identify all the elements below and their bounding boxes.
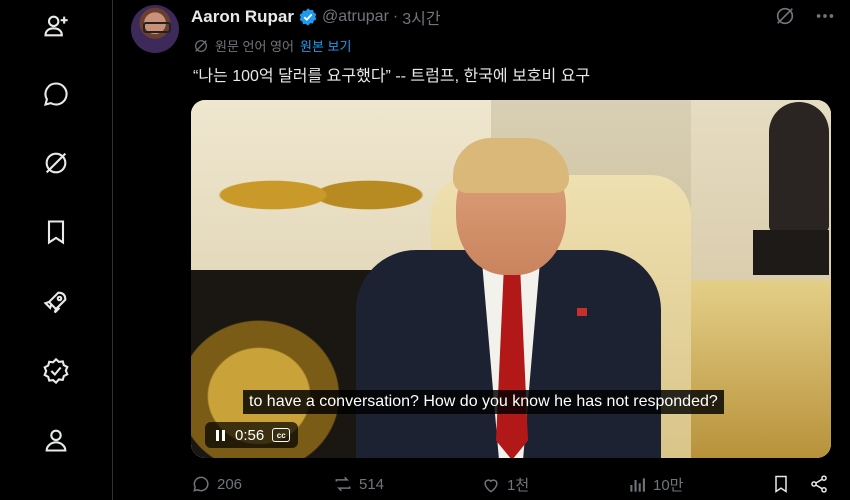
- grok-explain-icon[interactable]: [774, 5, 796, 27]
- left-nav-rail: [0, 0, 113, 500]
- video-controls: 0:56 cc: [205, 422, 299, 448]
- repost-icon: [335, 476, 351, 492]
- repost-count: 514: [359, 475, 385, 493]
- reply-count: 206: [217, 475, 243, 493]
- share-button[interactable]: [809, 474, 829, 494]
- bookmark-icon[interactable]: [38, 214, 74, 250]
- tweet-actions: 206 514 1천 10만: [191, 474, 831, 500]
- video-scene-pedestal: [753, 230, 829, 275]
- video-scene-flag-pin: [577, 308, 587, 316]
- video-scene-bust: [769, 102, 829, 232]
- video-scene-ornament: [201, 150, 441, 240]
- tweet-text: “나는 100억 달러를 요구했다” -- 트럼프, 한국에 보호비 요구: [193, 68, 591, 85]
- share-icon: [811, 475, 827, 493]
- repost-button[interactable]: 514: [333, 474, 384, 494]
- video-time: 0:56: [235, 426, 265, 444]
- post-time[interactable]: 3시간: [402, 5, 440, 29]
- tweet-header-actions: [774, 5, 836, 27]
- verified-orgs-icon[interactable]: [38, 353, 74, 389]
- pause-icon[interactable]: [213, 428, 227, 442]
- view-count: 10만: [653, 477, 684, 494]
- like-count: 1천: [507, 477, 530, 494]
- grok-icon[interactable]: [38, 145, 74, 181]
- video-scene-hair: [453, 138, 569, 193]
- author-name[interactable]: Aaron Rupar: [191, 7, 294, 27]
- tweet-header: Aaron Rupar @atrupar · 3시간: [191, 6, 441, 28]
- chat-icon[interactable]: [38, 76, 74, 112]
- more-options-icon[interactable]: [814, 5, 836, 27]
- translation-note: 원문 언어 영어 원본 보기: [193, 36, 351, 55]
- views-button[interactable]: 10만: [627, 474, 684, 495]
- verified-badge-icon: [299, 8, 317, 26]
- reply-button[interactable]: 206: [191, 474, 242, 494]
- translation-source-label: 원문 언어 영어: [215, 39, 294, 54]
- captions-toggle-icon[interactable]: cc: [272, 428, 291, 442]
- tweet[interactable]: Aaron Rupar @atrupar · 3시간 원문 언어 영어 원본 보…: [113, 0, 850, 500]
- separator-dot: ·: [392, 8, 399, 25]
- avatar[interactable]: [131, 5, 179, 53]
- show-original-link[interactable]: 원본 보기: [300, 36, 351, 55]
- video-subtitle: to have a conversation? How do you know …: [243, 390, 724, 414]
- profile-icon[interactable]: [38, 422, 74, 458]
- heart-icon: [484, 478, 498, 493]
- translate-icon: [195, 39, 207, 52]
- follow-icon[interactable]: [38, 8, 74, 44]
- rocket-icon[interactable]: [38, 284, 74, 320]
- bookmark-action-icon: [775, 475, 787, 493]
- views-icon: [630, 477, 645, 492]
- like-button[interactable]: 1천: [481, 474, 529, 495]
- bookmark-button[interactable]: [771, 474, 791, 494]
- video-player[interactable]: to have a conversation? How do you know …: [191, 100, 831, 458]
- video-scene-table: [691, 280, 831, 458]
- author-handle[interactable]: @atrupar: [322, 8, 389, 26]
- reply-icon: [193, 476, 209, 492]
